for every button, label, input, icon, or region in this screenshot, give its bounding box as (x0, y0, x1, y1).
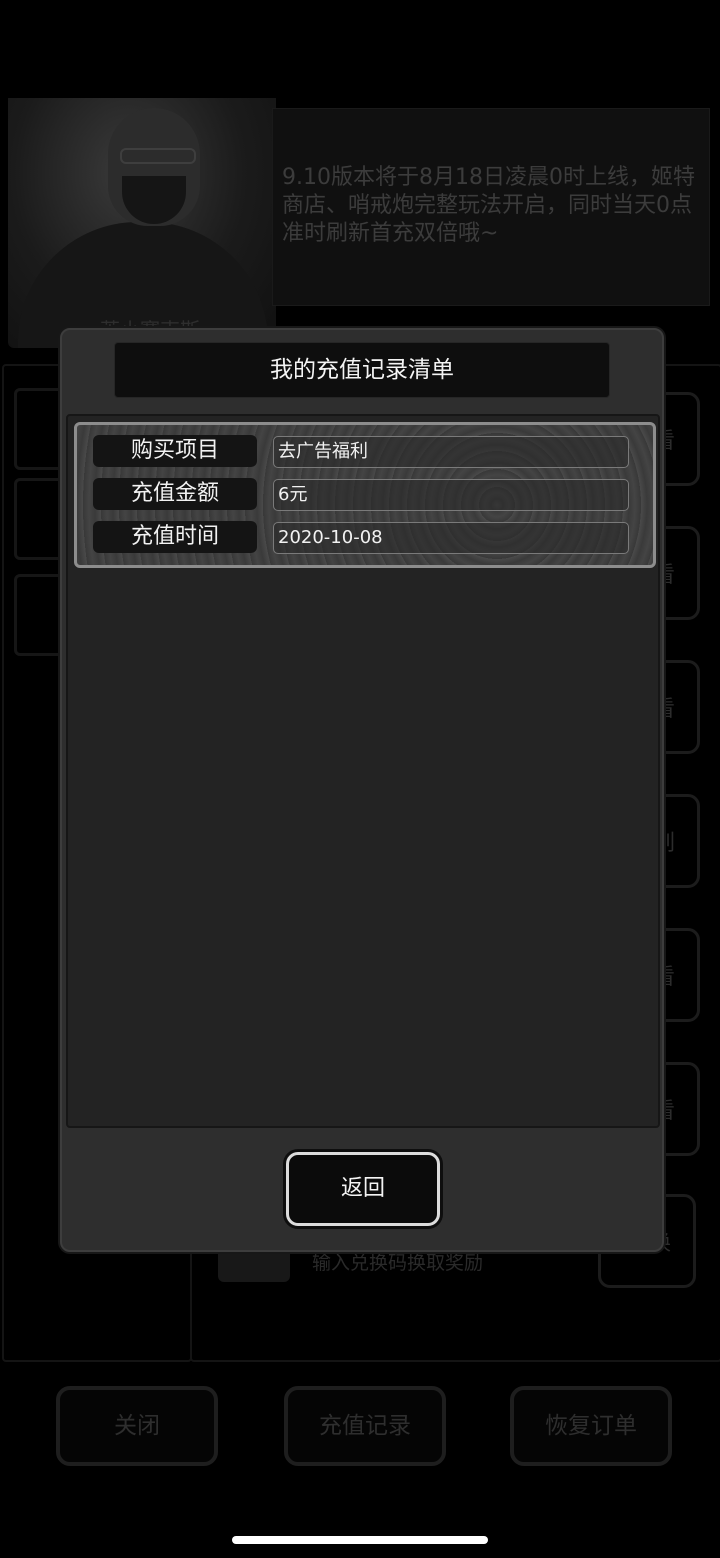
recharge-history-button[interactable]: 充值记录 (284, 1386, 446, 1466)
restore-order-button[interactable]: 恢复订单 (510, 1386, 672, 1466)
redeem-hint: 输入兑换码换取奖励 (312, 1252, 484, 1274)
item-label: 购买项目 (93, 435, 257, 467)
amount-value: 6元 (273, 479, 629, 511)
recharge-history-modal: 我的充值记录清单 购买项目 去广告福利 充值金额 6元 充值时间 2020-10… (60, 328, 664, 1252)
amount-label: 充值金额 (93, 478, 257, 510)
time-value: 2020-10-08 (273, 522, 629, 554)
news-text: 9.10版本将于8月18日凌晨0时上线，姬特商店、哨戒炮完整玩法开启，同时当天0… (282, 165, 695, 246)
portrait-glasses (120, 148, 196, 164)
back-button[interactable]: 返回 (286, 1152, 440, 1226)
modal-title: 我的充值记录清单 (114, 342, 610, 398)
close-button[interactable]: 关闭 (56, 1386, 218, 1466)
item-value: 去广告福利 (273, 436, 629, 468)
home-indicator[interactable] (232, 1536, 488, 1544)
time-label: 充值时间 (93, 521, 257, 553)
record-card: 购买项目 去广告福利 充值金额 6元 充值时间 2020-10-08 (74, 422, 656, 568)
record-list[interactable]: 购买项目 去广告福利 充值金额 6元 充值时间 2020-10-08 (66, 414, 660, 1128)
